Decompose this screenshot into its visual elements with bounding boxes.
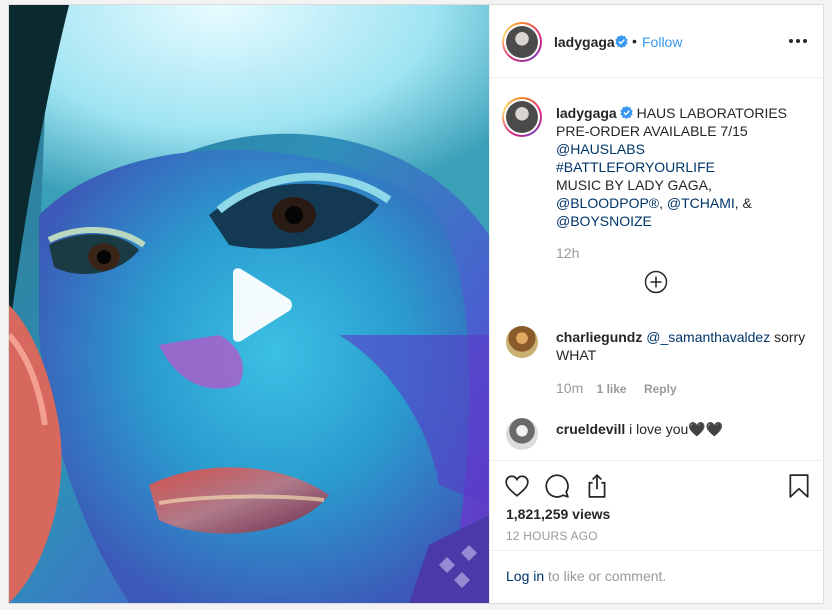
- login-link[interactable]: Log in: [506, 568, 544, 584]
- comment-text: crueldevill i love you🖤🖤: [556, 420, 806, 438]
- follow-button[interactable]: Follow: [642, 34, 682, 50]
- comment-username[interactable]: charliegundz: [556, 329, 642, 345]
- hashtag-link[interactable]: #BATTLEFORYOURLIFE: [556, 158, 806, 176]
- comment-timestamp[interactable]: 10m: [556, 380, 583, 396]
- avatar[interactable]: [506, 326, 538, 358]
- comment-username[interactable]: crueldevill: [556, 421, 625, 437]
- view-count[interactable]: 1,821,259 views: [506, 506, 610, 522]
- comment-body: i love you🖤🖤: [629, 421, 724, 437]
- caption-separator: , &: [734, 195, 752, 211]
- more-options-icon[interactable]: [788, 31, 808, 51]
- caption-username[interactable]: ladygaga: [556, 105, 617, 121]
- mention-link[interactable]: @_samanthavaldez: [646, 329, 770, 345]
- instagram-post: ladygaga • Follow ladygaga HAUS LABORATO…: [8, 4, 824, 604]
- bookmark-icon[interactable]: [786, 473, 812, 499]
- mention-link[interactable]: @BOYSNOIZE: [556, 212, 806, 230]
- post-actions: 1,821,259 views 12 HOURS AGO: [490, 460, 824, 550]
- share-icon[interactable]: [584, 473, 610, 499]
- caption-separator: ,: [659, 195, 667, 211]
- caption-line: HAUS LABORATORIES: [636, 105, 788, 121]
- comment-text: charliegundz @_samanthavaldez sorry WHAT: [556, 328, 806, 364]
- verified-badge-icon: [615, 35, 628, 48]
- verified-badge-icon: [619, 106, 633, 119]
- reply-button[interactable]: Reply: [644, 382, 677, 396]
- caption-timestamp[interactable]: 12h: [556, 245, 579, 261]
- header-username[interactable]: ladygaga: [554, 34, 615, 50]
- avatar[interactable]: [502, 22, 542, 62]
- mention-link[interactable]: @BLOODPOP®: [556, 195, 659, 211]
- load-more-comments-icon[interactable]: [644, 270, 668, 294]
- caption-line: PRE-ORDER AVAILABLE 7/15: [556, 123, 748, 139]
- login-prompt-text: to like or comment.: [544, 568, 667, 584]
- comment-icon[interactable]: [544, 473, 570, 499]
- avatar[interactable]: [502, 97, 542, 137]
- mention-link[interactable]: @TCHAMI: [667, 195, 735, 211]
- caption-line: MUSIC BY LADY GAGA,: [556, 177, 712, 193]
- mention-link[interactable]: @HAUSLABS: [556, 140, 806, 158]
- comment-meta: 10m 1 like Reply: [556, 380, 677, 396]
- comments-list[interactable]: ladygaga HAUS LABORATORIES PRE-ORDER AVA…: [490, 79, 824, 459]
- post-header: ladygaga • Follow: [490, 5, 824, 78]
- separator-dot: •: [632, 33, 637, 49]
- post-timestamp[interactable]: 12 HOURS AGO: [506, 529, 598, 543]
- post-side-panel: ladygaga • Follow ladygaga HAUS LABORATO…: [489, 5, 824, 603]
- avatar[interactable]: [506, 418, 538, 450]
- login-prompt: Log in to like or comment.: [490, 550, 824, 603]
- heart-icon[interactable]: [504, 473, 530, 499]
- post-video[interactable]: [9, 5, 489, 603]
- caption-text: ladygaga HAUS LABORATORIES PRE-ORDER AVA…: [556, 104, 806, 230]
- comment-likes[interactable]: 1 like: [597, 382, 627, 396]
- play-icon[interactable]: [219, 267, 295, 343]
